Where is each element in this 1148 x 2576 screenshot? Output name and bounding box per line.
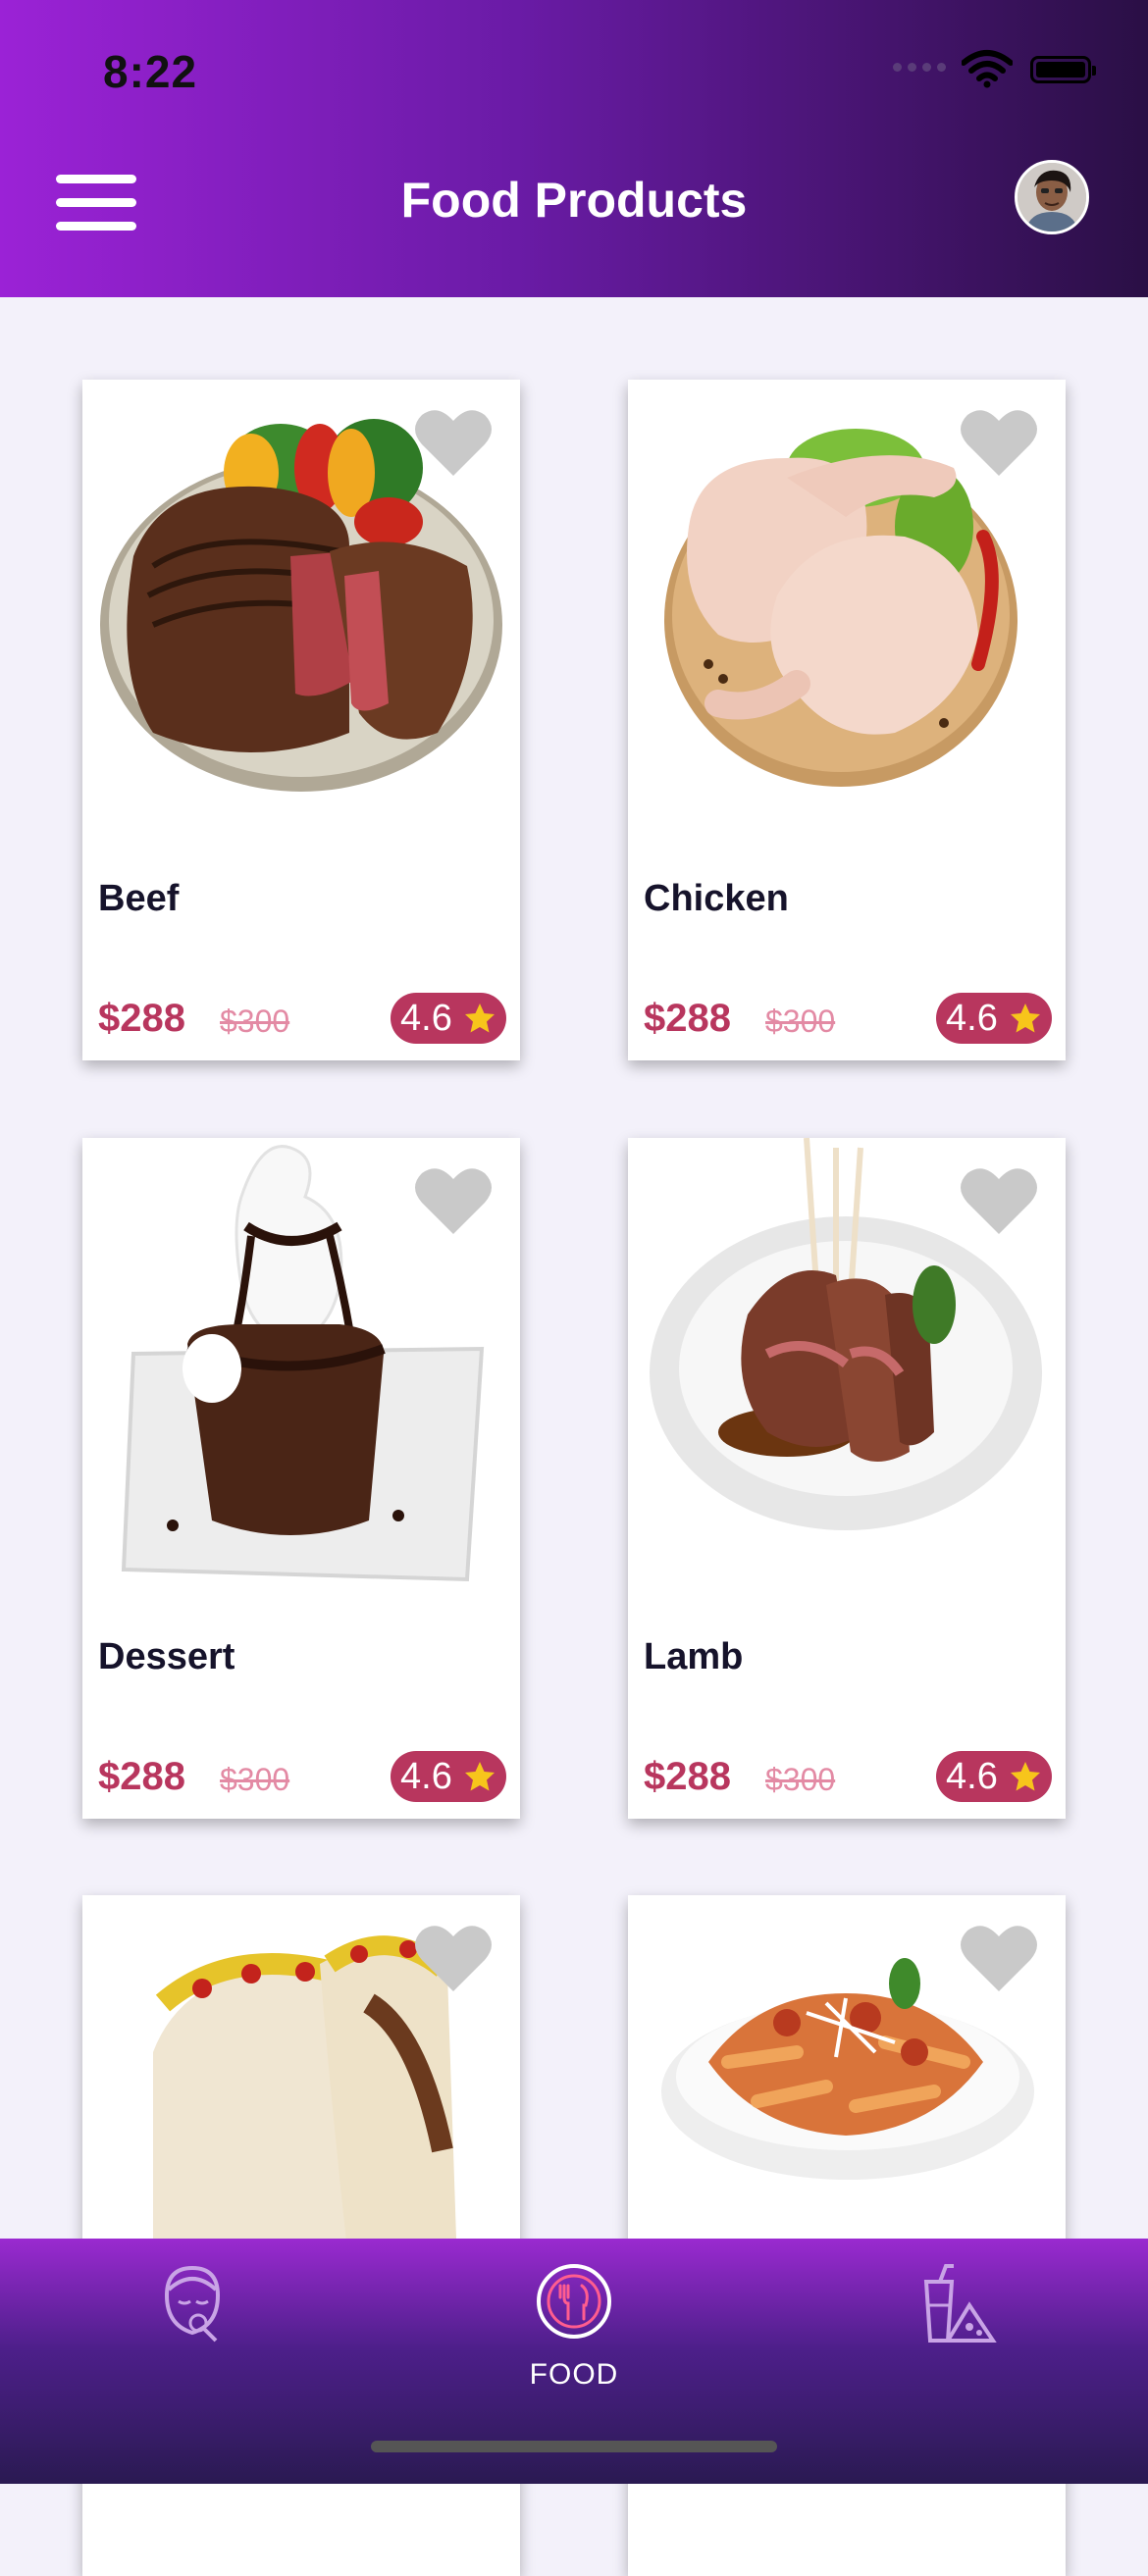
status-time: 8:22 [103, 46, 198, 97]
app-header: 8:22 Food Products [0, 0, 1148, 297]
product-name: Dessert [98, 1636, 235, 1677]
product-price: $288 [98, 997, 185, 1040]
beauty-face-icon [164, 2265, 221, 2343]
star-icon [465, 1762, 495, 1791]
favorite-heart-icon[interactable] [960, 407, 1038, 478]
battery-icon [1030, 56, 1096, 83]
product-card[interactable]: Beef $288 $300 4.6 [82, 380, 520, 1060]
product-price: $288 [98, 1755, 185, 1798]
product-card[interactable]: Lamb $288 $300 4.6 [628, 1138, 1066, 1819]
user-avatar-icon [1018, 163, 1086, 232]
page-title: Food Products [400, 173, 748, 228]
tab-food[interactable]: FOOD [476, 2252, 672, 2399]
product-old-price: $300 [220, 1762, 290, 1797]
product-old-price: $300 [765, 1762, 836, 1797]
tab-drinks[interactable] [858, 2252, 1054, 2399]
product-card[interactable]: Dessert $288 $300 4.6 [82, 1138, 520, 1819]
rating-badge: 4.6 [936, 1751, 1052, 1802]
status-icons [893, 39, 1148, 98]
product-card[interactable]: Chicken $288 $300 4.6 [628, 380, 1066, 1060]
star-icon [465, 1004, 495, 1033]
product-old-price: $300 [765, 1004, 836, 1039]
rating-value: 4.6 [946, 998, 998, 1039]
tab-beauty[interactable] [92, 2252, 288, 2399]
drinks-snacks-icon [923, 2264, 997, 2343]
cellular-signal-icon [893, 63, 946, 72]
star-icon [1011, 1762, 1040, 1791]
rating-badge: 4.6 [936, 993, 1052, 1044]
tab-label: FOOD [529, 2358, 619, 2391]
avatar[interactable] [1015, 160, 1089, 234]
favorite-heart-icon[interactable] [414, 1923, 493, 1993]
rating-value: 4.6 [400, 998, 452, 1039]
home-indicator[interactable] [371, 2441, 777, 2452]
favorite-heart-icon[interactable] [960, 1923, 1038, 1993]
product-price: $288 [644, 1755, 731, 1798]
rating-badge: 4.6 [391, 993, 506, 1044]
favorite-heart-icon[interactable] [414, 1165, 493, 1236]
wifi-icon [962, 50, 1013, 88]
rating-value: 4.6 [400, 1756, 452, 1797]
rating-value: 4.6 [946, 1756, 998, 1797]
product-name: Lamb [644, 1636, 744, 1677]
product-old-price: $300 [220, 1004, 290, 1039]
product-name: Beef [98, 878, 180, 919]
favorite-heart-icon[interactable] [960, 1165, 1038, 1236]
favorite-heart-icon[interactable] [414, 407, 493, 478]
rating-badge: 4.6 [391, 1751, 506, 1802]
star-icon [1011, 1004, 1040, 1033]
product-price: $288 [644, 997, 731, 1040]
food-utensils-icon [537, 2264, 611, 2339]
product-name: Chicken [644, 878, 789, 919]
